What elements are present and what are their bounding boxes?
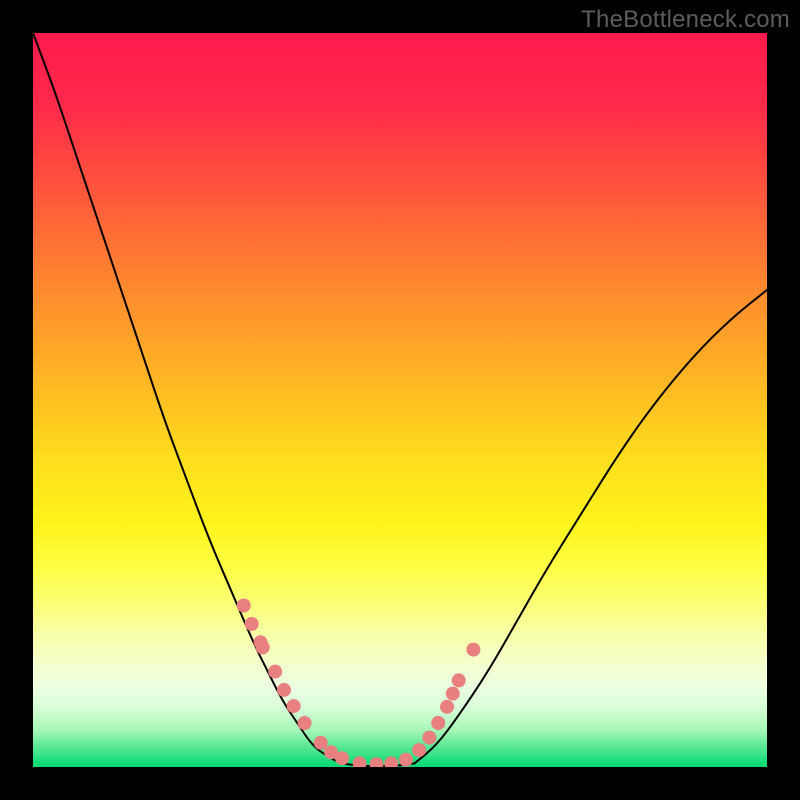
marker-dot xyxy=(245,617,259,631)
marker-dot xyxy=(370,757,384,767)
curve-layer xyxy=(33,33,767,767)
marker-dot xyxy=(353,756,367,767)
bottleneck-curve xyxy=(33,33,767,766)
plot-area xyxy=(33,33,767,767)
marker-dot xyxy=(384,756,398,767)
marker-dot xyxy=(256,640,270,654)
marker-dot xyxy=(298,716,312,730)
marker-dot xyxy=(277,683,291,697)
marker-dot xyxy=(237,599,251,613)
marker-dot xyxy=(466,643,480,657)
marker-dot xyxy=(412,743,426,757)
watermark-label: TheBottleneck.com xyxy=(581,6,790,34)
marker-dot xyxy=(287,699,301,713)
marker-dot xyxy=(399,753,413,767)
chart-frame: TheBottleneck.com xyxy=(0,0,800,800)
marker-dot xyxy=(440,700,454,714)
marker-dot xyxy=(335,751,349,765)
marker-dot xyxy=(314,736,328,750)
marker-dot xyxy=(446,687,460,701)
marker-dot xyxy=(422,731,436,745)
marker-dot xyxy=(431,716,445,730)
marker-dot xyxy=(268,665,282,679)
marker-dot xyxy=(452,673,466,687)
